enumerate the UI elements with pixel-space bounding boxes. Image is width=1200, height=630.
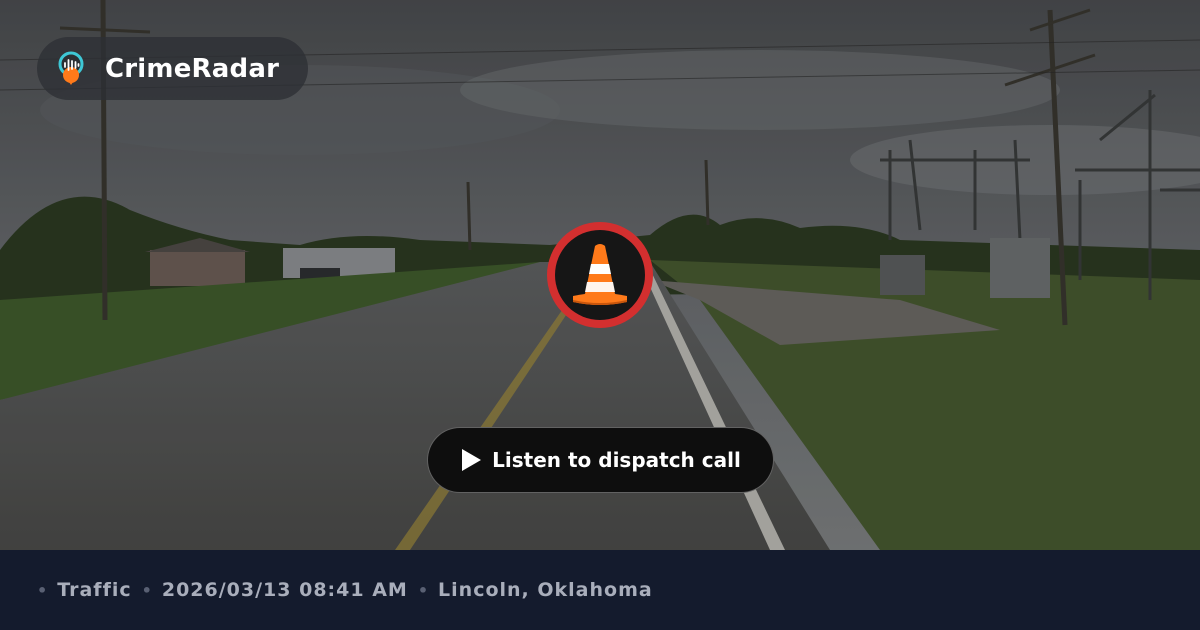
incident-location: Lincoln, Oklahoma bbox=[438, 579, 653, 601]
incident-badge-inner bbox=[555, 230, 645, 320]
share-card: CrimeRadar Listen to dispatch call • Tra… bbox=[0, 0, 1200, 630]
location-pin-soundwave-icon bbox=[58, 51, 84, 85]
listen-button-label: Listen to dispatch call bbox=[492, 448, 741, 472]
incident-meta-bar: • Traffic • 2026/03/13 08:41 AM • Lincol… bbox=[0, 550, 1200, 630]
separator-dot: • bbox=[37, 580, 49, 600]
brand-name: CrimeRadar bbox=[105, 53, 280, 84]
incident-datetime: 2026/03/13 08:41 AM bbox=[161, 579, 408, 601]
incident-category: Traffic bbox=[57, 579, 132, 601]
incident-type-badge bbox=[547, 222, 653, 328]
brand-pill: CrimeRadar bbox=[37, 37, 308, 100]
listen-dispatch-button[interactable]: Listen to dispatch call bbox=[427, 427, 774, 493]
traffic-cone-icon bbox=[573, 244, 627, 305]
separator-dot: • bbox=[141, 580, 153, 600]
play-icon bbox=[462, 449, 482, 471]
separator-dot: • bbox=[417, 580, 430, 600]
